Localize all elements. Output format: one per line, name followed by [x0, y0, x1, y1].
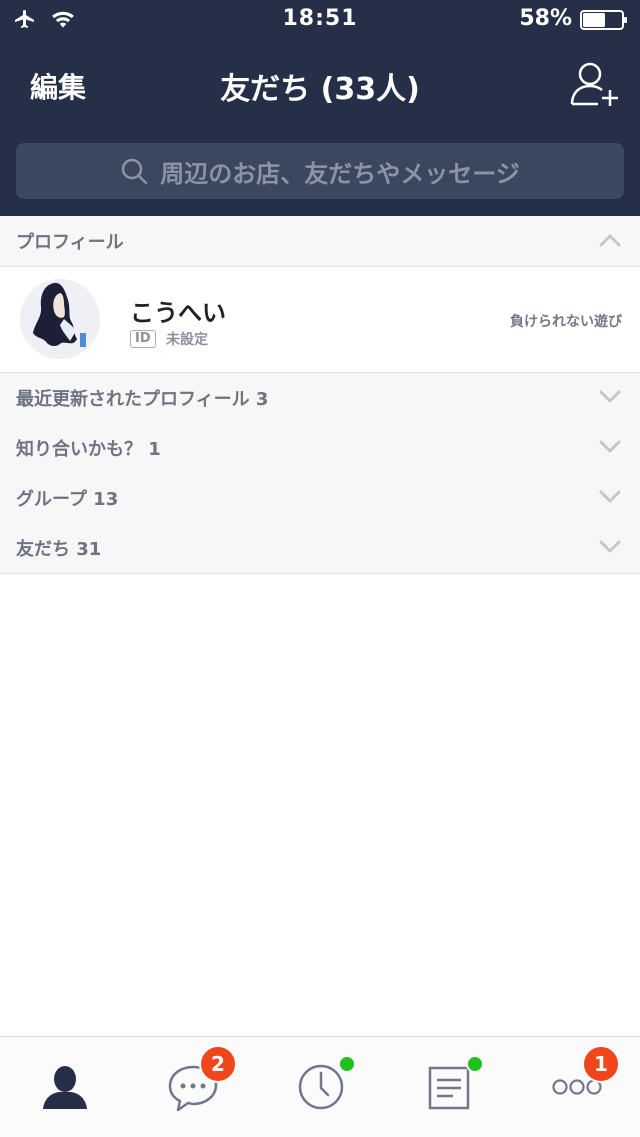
page-title: 友だち (33人)	[220, 72, 420, 107]
chevron-down-icon	[599, 540, 621, 553]
chat-badge: 2	[199, 1045, 237, 1083]
chevron-up-icon	[599, 234, 621, 247]
bottom-tab-bar: 2 1	[0, 1036, 640, 1137]
section-suggestions[interactable]: 知り合いかも？ 1	[0, 423, 640, 474]
profile-name: こうへい	[130, 299, 226, 327]
navigation-bar: 編集 友だち (33人)	[0, 40, 640, 132]
header: 18:51 58% 編集 友だち (33人) 周辺のお店、友だちやメッセージ	[0, 0, 640, 216]
tab-friends[interactable]	[0, 1037, 128, 1137]
section-label-friends: 友だち 31	[16, 539, 102, 560]
battery-icon	[580, 10, 627, 30]
avatar-illustration	[20, 279, 100, 359]
section-friends[interactable]: 友だち 31	[0, 523, 640, 574]
section-label-profile: プロフィール	[16, 232, 124, 253]
chevron-down-icon	[599, 490, 621, 503]
add-friend-icon[interactable]	[570, 60, 622, 108]
battery-percentage: 58%	[519, 6, 572, 31]
person-icon	[43, 1066, 87, 1109]
section-label-groups: グループ 13	[16, 489, 119, 510]
avatar[interactable]	[20, 279, 100, 359]
id-status: 未設定	[166, 332, 208, 348]
chevron-down-icon	[599, 390, 621, 403]
status-bar: 18:51 58%	[0, 0, 640, 40]
section-profile[interactable]: プロフィール	[0, 216, 640, 267]
status-message: 負けられない遊び	[510, 314, 622, 330]
my-profile-row[interactable]: こうへい ID 未設定 負けられない遊び	[0, 267, 640, 373]
tab-news[interactable]	[384, 1037, 512, 1137]
chevron-down-icon	[599, 440, 621, 453]
news-dot	[466, 1055, 484, 1073]
search-placeholder: 周辺のお店、友だちやメッセージ	[160, 159, 520, 188]
more-badge: 1	[582, 1045, 620, 1083]
id-badge: ID	[130, 330, 156, 348]
search-bar[interactable]: 周辺のお店、友だちやメッセージ	[16, 143, 624, 199]
tab-timeline[interactable]	[256, 1037, 384, 1137]
search-icon	[121, 158, 148, 185]
section-groups[interactable]: グループ 13	[0, 473, 640, 524]
section-label-recent: 最近更新されたプロフィール 3	[16, 389, 269, 410]
section-recent-updates[interactable]: 最近更新されたプロフィール 3	[0, 373, 640, 424]
tab-chats[interactable]: 2	[128, 1037, 256, 1137]
timeline-dot	[338, 1055, 356, 1073]
section-label-suggestions: 知り合いかも？ 1	[16, 439, 161, 460]
tab-more[interactable]: 1	[512, 1037, 640, 1137]
